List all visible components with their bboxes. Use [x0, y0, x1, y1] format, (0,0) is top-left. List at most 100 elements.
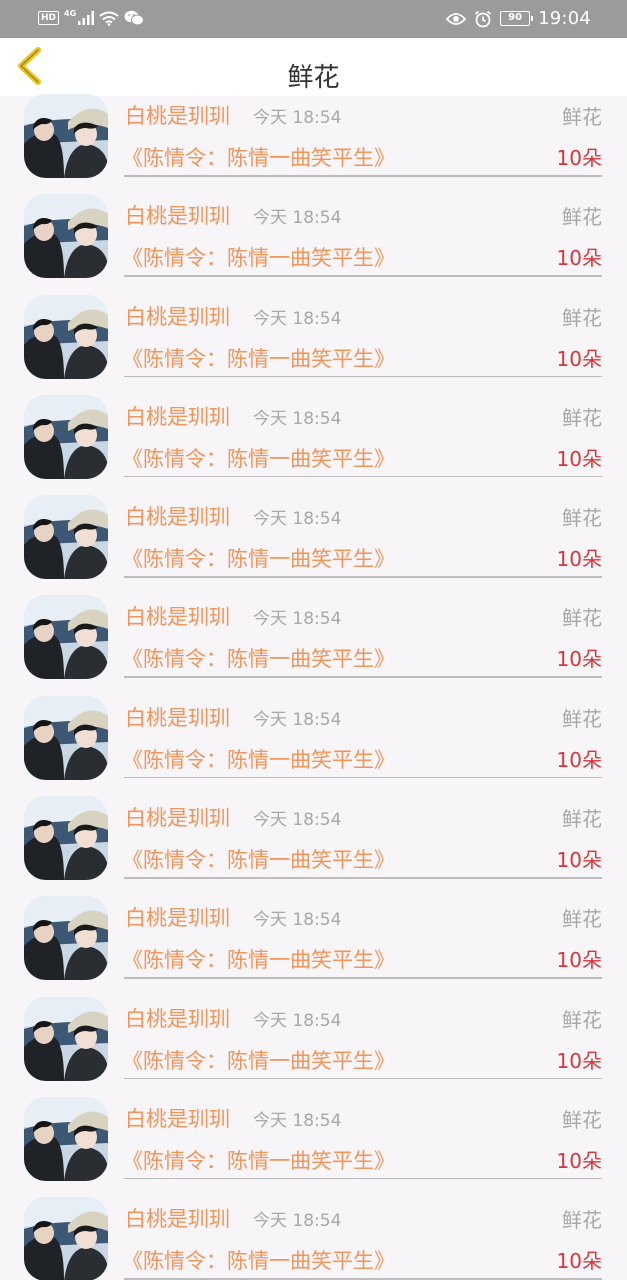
book-title[interactable]: 《陈情令：陈情一曲笑平生》 — [122, 1245, 395, 1275]
hd-badge: HD — [38, 11, 60, 25]
avatar[interactable] — [24, 495, 108, 580]
avatar[interactable] — [24, 896, 108, 981]
gift-type: 鲜花 — [562, 305, 602, 330]
wifi-icon — [99, 11, 119, 26]
list-item[interactable]: 白桃是玔玔 今天 18:54 鲜花 《陈情令：陈情一曲笑平生》 10朵 — [0, 1197, 627, 1280]
avatar[interactable] — [24, 996, 108, 1081]
divider — [124, 1177, 602, 1180]
wechat-icon — [124, 10, 145, 26]
sender-name[interactable]: 白桃是玔玔 — [125, 601, 230, 631]
gift-time: 今天 18:54 — [253, 609, 342, 630]
gift-type: 鲜花 — [562, 807, 602, 832]
list-item[interactable]: 白桃是玔玔 今天 18:54 鲜花 《陈情令：陈情一曲笑平生》 10朵 — [0, 94, 627, 194]
sender-name[interactable]: 白桃是玔玔 — [125, 401, 230, 431]
sender-name[interactable]: 白桃是玔玔 — [125, 802, 230, 832]
list-item[interactable]: 白桃是玔玔 今天 18:54 鲜花 《陈情令：陈情一曲笑平生》 10朵 — [0, 996, 627, 1097]
book-title[interactable]: 《陈情令：陈情一曲笑平生》 — [122, 1145, 395, 1175]
gift-type: 鲜花 — [562, 506, 602, 531]
avatar-image — [24, 495, 108, 580]
book-title[interactable]: 《陈情令：陈情一曲笑平生》 — [122, 242, 395, 272]
avatar-image — [24, 394, 108, 479]
gift-time: 今天 18:54 — [253, 910, 342, 931]
avatar-image — [24, 996, 108, 1081]
book-title[interactable]: 《陈情令：陈情一曲笑平生》 — [122, 443, 395, 473]
list-item[interactable]: 白桃是玔玔 今天 18:54 鲜花 《陈情令：陈情一曲笑平生》 10朵 — [0, 595, 627, 695]
gift-count: 10朵 — [556, 1249, 602, 1274]
avatar-image — [24, 94, 108, 178]
gift-count: 10朵 — [556, 948, 602, 973]
sender-name[interactable]: 白桃是玔玔 — [125, 702, 230, 732]
avatar[interactable] — [24, 796, 108, 881]
avatar[interactable] — [24, 1197, 108, 1280]
network-label: 4G — [64, 8, 77, 18]
gift-time: 今天 18:54 — [253, 709, 342, 730]
book-title[interactable]: 《陈情令：陈情一曲笑平生》 — [122, 1045, 395, 1075]
sender-name[interactable]: 白桃是玔玔 — [125, 100, 230, 130]
gift-time: 今天 18:54 — [253, 308, 342, 329]
gift-count: 10朵 — [556, 647, 602, 672]
avatar-image — [24, 194, 108, 279]
gift-type: 鲜花 — [562, 205, 602, 230]
gift-count: 10朵 — [556, 1048, 602, 1073]
sender-name[interactable]: 白桃是玔玔 — [125, 501, 230, 531]
book-title[interactable]: 《陈情令：陈情一曲笑平生》 — [122, 744, 395, 774]
avatar[interactable] — [24, 94, 108, 178]
gift-count: 10朵 — [556, 747, 602, 772]
gift-count: 10朵 — [556, 1148, 602, 1173]
list-item[interactable]: 白桃是玔玔 今天 18:54 鲜花 《陈情令：陈情一曲笑平生》 10朵 — [0, 1096, 627, 1197]
avatar-image — [24, 796, 108, 881]
avatar[interactable] — [24, 394, 108, 479]
book-title[interactable]: 《陈情令：陈情一曲笑平生》 — [122, 343, 395, 373]
gift-time: 今天 18:54 — [253, 408, 342, 429]
sender-name[interactable]: 白桃是玔玔 — [125, 1203, 230, 1233]
gift-count: 10朵 — [556, 146, 602, 170]
book-title[interactable]: 《陈情令：陈情一曲笑平生》 — [122, 844, 395, 874]
status-time: 19:04 — [538, 8, 591, 29]
signal-icon — [78, 11, 95, 25]
list-item[interactable]: 白桃是玔玔 今天 18:54 鲜花 《陈情令：陈情一曲笑平生》 10朵 — [0, 695, 627, 796]
sender-name[interactable]: 白桃是玔玔 — [125, 1003, 230, 1033]
sender-name[interactable]: 白桃是玔玔 — [125, 301, 230, 331]
gift-count: 10朵 — [556, 547, 602, 572]
gift-count: 10朵 — [556, 848, 602, 873]
list-item[interactable]: 白桃是玔玔 今天 18:54 鲜花 《陈情令：陈情一曲笑平生》 10朵 — [0, 495, 627, 595]
book-title[interactable]: 《陈情令：陈情一曲笑平生》 — [122, 543, 395, 573]
avatar[interactable] — [24, 294, 108, 379]
divider — [124, 776, 602, 779]
avatar[interactable] — [24, 695, 108, 780]
book-title[interactable]: 《陈情令：陈情一曲笑平生》 — [122, 643, 395, 673]
divider — [124, 676, 602, 678]
list-item[interactable]: 白桃是玔玔 今天 18:54 鲜花 《陈情令：陈情一曲笑平生》 10朵 — [0, 896, 627, 996]
alarm-icon — [475, 10, 492, 27]
gift-type: 鲜花 — [562, 606, 602, 631]
gift-type: 鲜花 — [562, 706, 602, 731]
avatar[interactable] — [24, 194, 108, 279]
battery-icon: 90 — [500, 11, 534, 26]
book-title[interactable]: 《陈情令：陈情一曲笑平生》 — [122, 142, 395, 172]
sender-name[interactable]: 白桃是玔玔 — [125, 902, 230, 932]
list-item[interactable]: 白桃是玔玔 今天 18:54 鲜花 《陈情令：陈情一曲笑平生》 10朵 — [0, 796, 627, 896]
gift-time: 今天 18:54 — [253, 208, 342, 229]
gift-time: 今天 18:54 — [253, 1010, 342, 1031]
avatar[interactable] — [24, 1096, 108, 1181]
status-bar: HD 4G 90 19:04 — [0, 0, 627, 38]
status-left: HD 4G — [38, 8, 145, 26]
gift-type: 鲜花 — [562, 1208, 602, 1233]
book-title[interactable]: 《陈情令：陈情一曲笑平生》 — [122, 944, 395, 974]
sender-name[interactable]: 白桃是玔玔 — [125, 200, 230, 230]
avatar[interactable] — [24, 595, 108, 680]
gift-time: 今天 18:54 — [253, 509, 342, 530]
avatar-image — [24, 695, 108, 780]
sender-name[interactable]: 白桃是玔玔 — [125, 1103, 230, 1133]
gift-type: 鲜花 — [562, 907, 602, 932]
divider — [124, 475, 602, 478]
divider — [124, 175, 602, 177]
gift-record-list[interactable]: 白桃是玔玔 今天 18:54 鲜花 《陈情令：陈情一曲笑平生》 10朵 白桃是玔… — [0, 94, 627, 1280]
gift-time: 今天 18:54 — [253, 1211, 342, 1232]
divider — [124, 877, 602, 879]
list-item[interactable]: 白桃是玔玔 今天 18:54 鲜花 《陈情令：陈情一曲笑平生》 10朵 — [0, 294, 627, 395]
divider — [124, 375, 602, 378]
list-item[interactable]: 白桃是玔玔 今天 18:54 鲜花 《陈情令：陈情一曲笑平生》 10朵 — [0, 394, 627, 495]
gift-time: 今天 18:54 — [253, 1110, 342, 1131]
list-item[interactable]: 白桃是玔玔 今天 18:54 鲜花 《陈情令：陈情一曲笑平生》 10朵 — [0, 194, 627, 294]
